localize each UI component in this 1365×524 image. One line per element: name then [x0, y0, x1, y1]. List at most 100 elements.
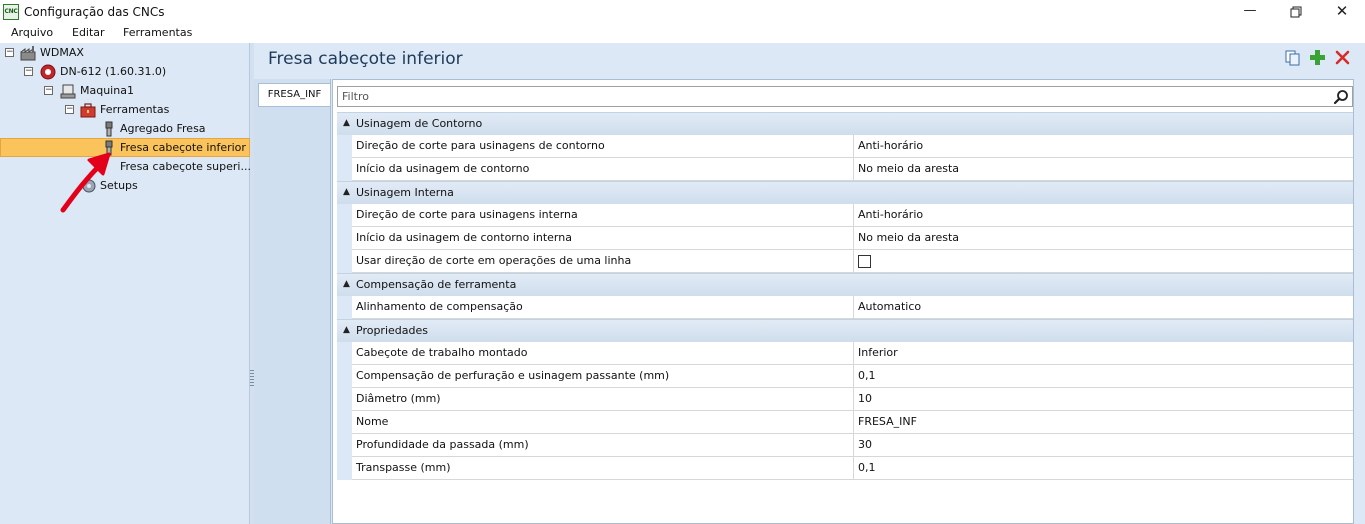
- category-header[interactable]: ▲ Propriedades: [337, 319, 1353, 342]
- collapse-icon[interactable]: −: [65, 105, 74, 114]
- row-gutter: [337, 296, 352, 319]
- property-row[interactable]: Transpasse (mm) 0,1: [337, 457, 1353, 480]
- collapse-icon[interactable]: −: [24, 67, 33, 76]
- category-label: Propriedades: [356, 324, 428, 337]
- property-value[interactable]: Automatico: [854, 296, 1353, 319]
- property-name: Profundidade da passada (mm): [352, 434, 854, 457]
- row-gutter: [337, 365, 352, 388]
- tree-label: Fresa cabeçote superi...: [120, 160, 251, 173]
- tree-node-dn-612[interactable]: − DN-612 (1.60.31.0): [0, 63, 250, 81]
- row-gutter: [337, 411, 352, 434]
- category-header[interactable]: ▲ Usinagem de Contorno: [337, 112, 1353, 135]
- machine-gear-icon: [40, 64, 56, 80]
- factory-icon: [20, 46, 36, 61]
- menu-arquivo[interactable]: Arquivo: [11, 26, 53, 39]
- machine-icon: [60, 84, 76, 99]
- property-value[interactable]: 0,1: [854, 365, 1353, 388]
- property-name: Alinhamento de compensação: [352, 296, 854, 319]
- row-gutter: [337, 135, 352, 158]
- property-value[interactable]: 0,1: [854, 457, 1353, 480]
- property-name: Cabeçote de trabalho montado: [352, 342, 854, 365]
- add-icon[interactable]: [1309, 49, 1326, 66]
- property-row[interactable]: Diâmetro (mm) 10: [337, 388, 1353, 411]
- collapse-chevron-icon[interactable]: ▲: [343, 118, 350, 128]
- property-row[interactable]: Direção de corte para usinagens de conto…: [337, 135, 1353, 158]
- property-row[interactable]: Nome FRESA_INF: [337, 411, 1353, 434]
- red-arrow-annotation-icon: [60, 152, 111, 213]
- row-gutter: [337, 388, 352, 411]
- property-name: Nome: [352, 411, 854, 434]
- toolbox-icon: [80, 103, 96, 118]
- tree-node-fresa-inferior[interactable]: Fresa cabeçote inferior: [0, 139, 250, 157]
- property-name: Início da usinagem de contorno: [352, 158, 854, 181]
- property-row[interactable]: Início da usinagem de contorno No meio da…: [337, 158, 1353, 181]
- checkbox[interactable]: [858, 255, 871, 268]
- property-row[interactable]: Início da usinagem de contorno interna No…: [337, 227, 1353, 250]
- tree-node-ferramentas[interactable]: − Ferramentas: [0, 101, 250, 119]
- minimize-button[interactable]: —: [1227, 0, 1273, 24]
- menu-ferramentas[interactable]: Ferramentas: [123, 26, 192, 39]
- collapse-chevron-icon[interactable]: ▲: [343, 325, 350, 335]
- property-value[interactable]: [854, 250, 1353, 273]
- tree-panel: − WDMAX − DN-612 (1.60.31.0) − Maquina1 …: [0, 43, 251, 524]
- property-row[interactable]: Usar direção de corte em operações de um…: [337, 250, 1353, 273]
- row-gutter: [337, 204, 352, 227]
- property-value[interactable]: No meio da aresta: [854, 158, 1353, 181]
- menu-bar: Arquivo Editar Ferramentas: [0, 24, 1365, 43]
- property-row[interactable]: Direção de corte para usinagens interna A…: [337, 204, 1353, 227]
- row-gutter: [337, 434, 352, 457]
- tree-node-wdmax[interactable]: − WDMAX: [0, 44, 250, 62]
- category-header[interactable]: ▲ Compensação de ferramenta: [337, 273, 1353, 296]
- property-value[interactable]: 10: [854, 388, 1353, 411]
- tree-label: WDMAX: [40, 46, 84, 59]
- collapse-icon[interactable]: −: [44, 86, 53, 95]
- property-row[interactable]: Alinhamento de compensação Automatico: [337, 296, 1353, 319]
- property-value[interactable]: FRESA_INF: [854, 411, 1353, 434]
- delete-icon[interactable]: [1334, 49, 1351, 66]
- row-gutter: [337, 342, 352, 365]
- maximize-button[interactable]: [1273, 0, 1319, 24]
- property-value[interactable]: Anti-horário: [854, 135, 1353, 158]
- property-row[interactable]: Compensação de perfuração e usinagem pas…: [337, 365, 1353, 388]
- tree-node-agregado-fresa[interactable]: Agregado Fresa: [0, 120, 250, 138]
- row-gutter: [337, 227, 352, 250]
- tree-node-fresa-superior[interactable]: Fresa cabeçote superi...: [0, 158, 251, 176]
- tree-node-setups[interactable]: Setups: [0, 177, 250, 195]
- page-title: Fresa cabeçote inferior: [268, 49, 463, 69]
- property-grid-area: ▲ Usinagem de Contorno Direção de corte pa…: [332, 79, 1354, 524]
- title-bar: CNC Configuração das CNCs — ✕: [0, 0, 1365, 24]
- property-row[interactable]: Cabeçote de trabalho montado Inferior: [337, 342, 1353, 365]
- property-name: Direção de corte para usinagens de conto…: [352, 135, 854, 158]
- row-gutter: [337, 158, 352, 181]
- cnc-app-icon: CNC: [3, 4, 19, 20]
- property-value[interactable]: No meio da aresta: [854, 227, 1353, 250]
- collapse-icon[interactable]: −: [5, 48, 14, 57]
- collapse-chevron-icon[interactable]: ▲: [343, 187, 350, 197]
- category-header[interactable]: ▲ Usinagem Interna: [337, 181, 1353, 204]
- category-label: Usinagem de Contorno: [356, 117, 483, 130]
- property-value[interactable]: Anti-horário: [854, 204, 1353, 227]
- property-value[interactable]: Inferior: [854, 342, 1353, 365]
- row-gutter: [337, 457, 352, 480]
- search-icon[interactable]: [1333, 89, 1349, 105]
- property-row[interactable]: Profundidade da passada (mm) 30: [337, 434, 1353, 457]
- tree-label: DN-612 (1.60.31.0): [60, 65, 167, 78]
- menu-editar[interactable]: Editar: [72, 26, 105, 39]
- copy-icon[interactable]: [1284, 49, 1301, 66]
- property-value[interactable]: 30: [854, 434, 1353, 457]
- tree-label: Agregado Fresa: [120, 122, 206, 135]
- property-grid: ▲ Usinagem de Contorno Direção de corte pa…: [337, 112, 1353, 480]
- category-label: Usinagem Interna: [356, 186, 454, 199]
- filter-input[interactable]: [338, 87, 1328, 106]
- row-gutter: [337, 250, 352, 273]
- tree-label: Ferramentas: [100, 103, 170, 116]
- tree-node-maquina1[interactable]: − Maquina1: [0, 82, 250, 100]
- property-name: Transpasse (mm): [352, 457, 854, 480]
- tab-fresa-inf[interactable]: FRESA_INF: [258, 83, 330, 107]
- close-window-button[interactable]: ✕: [1319, 0, 1365, 24]
- main-content: Fresa cabeçote inferior FRESA_INF ▲ Usina…: [254, 43, 1365, 524]
- collapse-chevron-icon[interactable]: ▲: [343, 279, 350, 289]
- property-name: Usar direção de corte em operações de um…: [352, 250, 854, 273]
- filter-box: [337, 86, 1353, 107]
- property-name: Direção de corte para usinagens interna: [352, 204, 854, 227]
